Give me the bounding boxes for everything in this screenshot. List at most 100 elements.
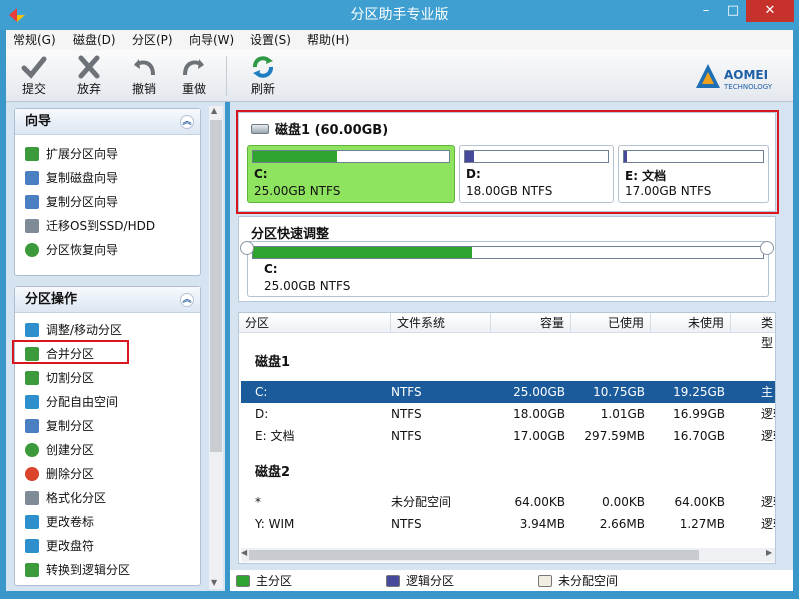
operations-panel-header[interactable]: 分区操作 ︽ [15, 287, 200, 313]
cell-used: 2.66MB [599, 517, 645, 531]
legend-logical-swatch [386, 575, 400, 587]
quick-usage-bar [252, 246, 764, 259]
op-split[interactable]: 切割分区 [25, 367, 94, 389]
wizard-migrate-os[interactable]: 迁移OS到SSD/HDD [25, 215, 155, 237]
quick-resize-partition[interactable]: C: 25.00GB NTFS [247, 241, 769, 297]
item-label: 创建分区 [46, 443, 95, 457]
collapse-icon[interactable]: ︽ [180, 115, 194, 129]
title-bar: 分区助手专业版 – □ ✕ [0, 0, 799, 30]
allocate-icon [25, 395, 39, 409]
quick-resize-panel: 分区快速调整 C: 25.00GB NTFS [238, 216, 776, 302]
item-label: 删除分区 [46, 467, 95, 481]
resize-handle-right[interactable] [760, 241, 774, 255]
op-create-partition[interactable]: 创建分区 [25, 439, 94, 461]
apply-button[interactable]: 提交 [9, 52, 59, 100]
cell-filesystem: NTFS [391, 407, 422, 421]
item-label: 复制磁盘向导 [46, 171, 119, 185]
table-row[interactable]: Y: WIM NTFS 3.94MB 2.66MB 1.27MB 逻辑 [241, 513, 775, 535]
scroll-right-icon[interactable]: ▶ [766, 548, 772, 557]
copy-disk-icon [25, 171, 39, 185]
cell-unused: 1.27MB [679, 517, 725, 531]
cell-type: 主 [761, 385, 774, 399]
refresh-button[interactable]: 刷新 [238, 52, 288, 100]
cell-type: 逻辑 [761, 407, 775, 421]
cell-filesystem: NTFS [391, 429, 422, 443]
wizard-extend-partition[interactable]: 扩展分区向导 [25, 143, 118, 165]
cell-partition: C: [255, 385, 268, 399]
op-change-label[interactable]: 更改卷标 [25, 511, 94, 533]
legend-logical: 逻辑分区 [386, 573, 454, 589]
menu-bar: 常规(G) 磁盘(D) 分区(P) 向导(W) 设置(S) 帮助(H) [6, 30, 793, 50]
table-row[interactable]: D: NTFS 18.00GB 1.01GB 16.99GB 逻辑 [241, 403, 775, 425]
table-row[interactable]: * 未分配空间 64.00KB 0.00KB 64.00KB 逻辑 [241, 491, 775, 513]
cell-capacity: 18.00GB [513, 407, 565, 421]
right-pane: 磁盘1 (60.00GB) C: 25.00GB NTFS D: 18.00GB… [230, 102, 793, 591]
wizard-copy-partition[interactable]: 复制分区向导 [25, 191, 118, 213]
table-scroll-thumb[interactable] [249, 550, 699, 560]
cross-icon [78, 55, 100, 79]
cell-capacity: 17.00GB [513, 429, 565, 443]
col-partition[interactable]: 分区 [239, 313, 391, 333]
op-convert-logical[interactable]: 转换到逻辑分区 [25, 559, 130, 581]
menu-disk[interactable]: 磁盘(D) [69, 30, 120, 50]
discard-button[interactable]: 放弃 [64, 52, 114, 100]
cell-partition: D: [255, 407, 269, 421]
wizard-panel-header[interactable]: 向导 ︽ [15, 109, 200, 135]
op-change-drive-letter[interactable]: 更改盘符 [25, 535, 94, 557]
col-capacity[interactable]: 容量 [491, 313, 571, 333]
op-allocate-free-space[interactable]: 分配自由空间 [25, 391, 118, 413]
op-resize-move[interactable]: 调整/移动分区 [25, 319, 122, 341]
undo-button[interactable]: 撤销 [119, 52, 169, 100]
menu-partition[interactable]: 分区(P) [128, 30, 177, 50]
toolbar: 提交 放弃 撤销 重做 刷新 AOMEI TECHNOLOGY [6, 50, 793, 102]
scroll-up-icon[interactable]: ▲ [211, 106, 217, 115]
col-filesystem[interactable]: 文件系统 [391, 313, 491, 333]
operations-panel-title: 分区操作 [25, 292, 78, 307]
table-horizontal-scrollbar[interactable]: ◀ ▶ [241, 548, 775, 562]
maximize-button[interactable]: □ [720, 0, 746, 22]
resize-icon [25, 323, 39, 337]
menu-help[interactable]: 帮助(H) [303, 30, 353, 50]
quick-partition-size: 25.00GB NTFS [264, 279, 351, 293]
cell-used: 297.59MB [584, 429, 645, 443]
copy-icon [25, 419, 39, 433]
op-format-partition[interactable]: 格式化分区 [25, 487, 106, 509]
extend-icon [25, 147, 39, 161]
left-scrollbar[interactable]: ▲ ▼ [209, 106, 223, 589]
cell-unused: 64.00KB [674, 495, 725, 509]
cell-type: 逻辑 [761, 495, 775, 509]
cell-type: 逻辑 [761, 429, 775, 443]
merge-highlight-box [12, 340, 129, 364]
table-row[interactable]: C: NTFS 25.00GB 10.75GB 19.25GB 主 [241, 381, 775, 403]
menu-wizard[interactable]: 向导(W) [185, 30, 238, 50]
migrate-icon [25, 219, 39, 233]
col-used[interactable]: 已使用 [571, 313, 651, 333]
wizard-partition-recovery[interactable]: 分区恢复向导 [25, 239, 118, 261]
item-label: 复制分区 [46, 419, 95, 433]
left-scroll-thumb[interactable] [210, 120, 222, 452]
col-type[interactable]: 类型 [731, 313, 775, 350]
item-label: 转换到逻辑分区 [46, 563, 131, 577]
legend-unallocated-label: 未分配空间 [558, 574, 619, 588]
legend-primary-swatch [236, 575, 250, 587]
scroll-left-icon[interactable]: ◀ [241, 548, 247, 557]
item-label: 更改盘符 [46, 539, 95, 553]
cell-partition: E: 文档 [255, 429, 295, 443]
menu-general[interactable]: 常规(G) [9, 30, 60, 50]
resize-handle-left[interactable] [240, 241, 254, 255]
menu-settings[interactable]: 设置(S) [246, 30, 295, 50]
wizard-copy-disk[interactable]: 复制磁盘向导 [25, 167, 118, 189]
collapse-icon[interactable]: ︽ [180, 293, 194, 307]
recovery-icon [25, 243, 39, 257]
col-unused[interactable]: 未使用 [651, 313, 731, 333]
close-button[interactable]: ✕ [746, 0, 794, 22]
drive-letter-icon [25, 539, 39, 553]
op-copy-partition[interactable]: 复制分区 [25, 415, 94, 437]
table-row[interactable]: E: 文档 NTFS 17.00GB 297.59MB 16.70GB 逻辑 [241, 425, 775, 447]
scroll-down-icon[interactable]: ▼ [211, 578, 217, 587]
op-delete-partition[interactable]: 删除分区 [25, 463, 94, 485]
cell-filesystem: 未分配空间 [391, 495, 452, 509]
minimize-button[interactable]: – [692, 0, 720, 22]
redo-button[interactable]: 重做 [169, 52, 219, 100]
legend: 主分区 逻辑分区 未分配空间 [230, 570, 793, 591]
